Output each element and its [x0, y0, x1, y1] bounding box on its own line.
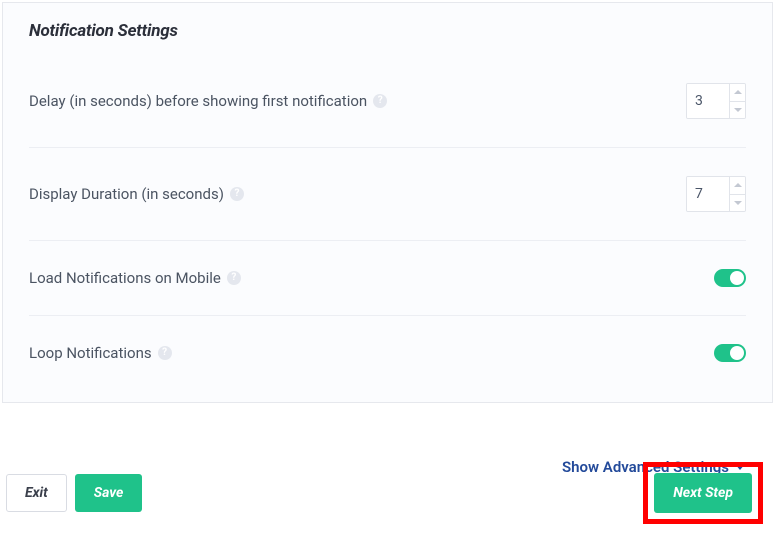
- next-step-highlight: Next Step: [643, 462, 763, 524]
- row-loop: Loop Notifications ?: [29, 316, 746, 390]
- panel-body: Delay (in seconds) before showing first …: [3, 55, 772, 402]
- help-icon[interactable]: ?: [230, 187, 244, 201]
- chevron-down-icon: [734, 200, 742, 205]
- delay-input[interactable]: [687, 84, 729, 118]
- help-icon[interactable]: ?: [373, 94, 387, 108]
- next-step-button[interactable]: Next Step: [654, 473, 752, 513]
- row-duration-label-wrap: Display Duration (in seconds) ?: [29, 185, 244, 203]
- duration-step-up[interactable]: [730, 177, 745, 195]
- settings-panel: Notification Settings Delay (in seconds)…: [2, 2, 773, 403]
- toggle-knob: [730, 271, 744, 285]
- chevron-up-icon: [734, 90, 742, 95]
- panel-title: Notification Settings: [29, 21, 746, 41]
- footer-left: Exit Save: [6, 474, 142, 512]
- chevron-up-icon: [734, 183, 742, 188]
- mobile-toggle[interactable]: [714, 269, 746, 287]
- row-mobile: Load Notifications on Mobile ?: [29, 241, 746, 316]
- exit-button[interactable]: Exit: [6, 474, 67, 512]
- delay-step-down[interactable]: [730, 102, 745, 119]
- panel-header: Notification Settings: [3, 3, 772, 55]
- loop-toggle[interactable]: [714, 344, 746, 362]
- toggle-knob: [730, 346, 744, 360]
- row-loop-label-wrap: Loop Notifications ?: [29, 344, 172, 362]
- duration-input-wrap: [686, 176, 746, 212]
- footer: Exit Save Next Step: [2, 462, 773, 524]
- row-duration-label: Display Duration (in seconds): [29, 185, 224, 203]
- save-button[interactable]: Save: [75, 474, 143, 512]
- row-delay: Delay (in seconds) before showing first …: [29, 55, 746, 148]
- row-duration: Display Duration (in seconds) ?: [29, 148, 746, 241]
- row-loop-label: Loop Notifications: [29, 344, 152, 362]
- duration-stepper: [729, 177, 745, 211]
- row-delay-label: Delay (in seconds) before showing first …: [29, 92, 367, 110]
- row-mobile-label-wrap: Load Notifications on Mobile ?: [29, 269, 241, 287]
- delay-step-up[interactable]: [730, 84, 745, 102]
- row-delay-label-wrap: Delay (in seconds) before showing first …: [29, 92, 387, 110]
- duration-step-down[interactable]: [730, 195, 745, 212]
- row-mobile-label: Load Notifications on Mobile: [29, 269, 221, 287]
- duration-input[interactable]: [687, 177, 729, 211]
- help-icon[interactable]: ?: [158, 346, 172, 360]
- chevron-down-icon: [734, 107, 742, 112]
- help-icon[interactable]: ?: [227, 271, 241, 285]
- delay-input-wrap: [686, 83, 746, 119]
- delay-stepper: [729, 84, 745, 118]
